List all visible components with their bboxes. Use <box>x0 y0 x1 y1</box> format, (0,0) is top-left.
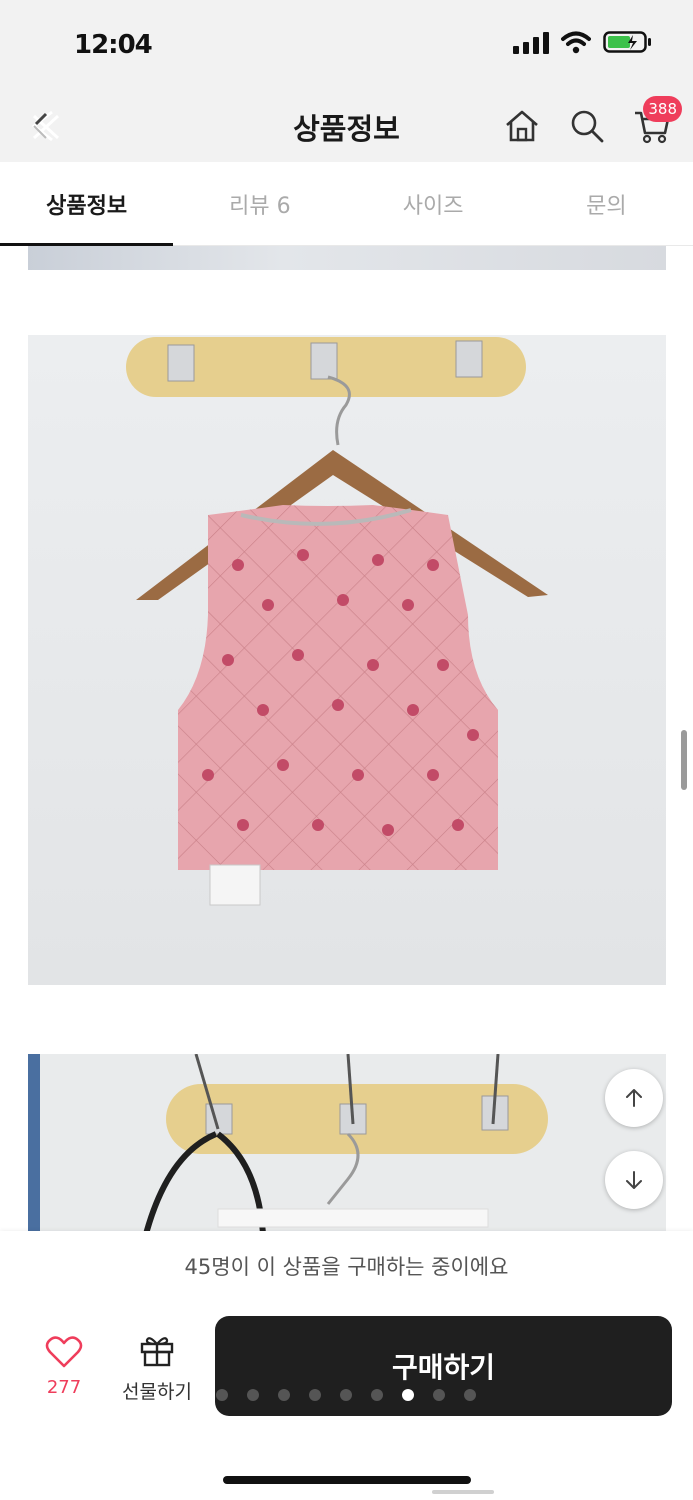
product-image-pink-crop-top <box>28 335 666 985</box>
carousel-dot[interactable] <box>340 1389 352 1401</box>
carousel-dot[interactable] <box>464 1389 476 1401</box>
status-icons <box>513 30 653 54</box>
gift-label: 선물하기 <box>122 1381 192 1403</box>
product-image-top-strip <box>28 246 666 270</box>
buying-now-message: 45명이 이 상품을 구매하는 중이에요 <box>184 1255 509 1279</box>
tab-size[interactable]: 사이즈 <box>347 162 520 245</box>
like-count: 277 <box>46 1377 82 1398</box>
signal-icon <box>513 30 549 54</box>
carousel-dot[interactable] <box>371 1389 383 1401</box>
home-indicator-shadow <box>432 1490 494 1494</box>
home-button[interactable] <box>500 104 544 148</box>
tab-bar: 상품정보 리뷰 6 사이즈 문의 <box>0 162 693 246</box>
top-app-bar: 상품정보 388 <box>0 92 693 162</box>
scroll-down-button[interactable] <box>605 1151 663 1209</box>
product-detail-content[interactable] <box>0 246 693 1231</box>
tab-inquiry[interactable]: 문의 <box>520 162 693 245</box>
home-indicator[interactable] <box>223 1476 471 1484</box>
home-icon <box>506 110 538 142</box>
gift-icon <box>140 1337 174 1367</box>
carousel-dot-active[interactable] <box>402 1389 414 1401</box>
arrow-up-icon <box>626 1089 642 1107</box>
carousel-dots <box>216 1389 476 1401</box>
heart-icon <box>45 1336 83 1368</box>
carousel-dot[interactable] <box>247 1389 259 1401</box>
wifi-icon <box>561 31 591 54</box>
like-button[interactable]: 277 <box>34 1335 94 1398</box>
status-time: 12:04 <box>74 30 153 60</box>
status-bar: 12:04 <box>0 0 693 92</box>
purchase-bar: 45명이 이 상품을 구매하는 중이에요 277 선물하기 구매하기 <box>0 1231 693 1500</box>
cart-button[interactable]: 388 <box>630 96 682 148</box>
carousel-dot[interactable] <box>216 1389 228 1401</box>
search-icon <box>571 110 604 143</box>
pink-crop-top-illustration <box>126 337 548 906</box>
battery-charging-icon <box>603 31 651 53</box>
tab-reviews[interactable]: 리뷰 6 <box>173 162 346 245</box>
search-button[interactable] <box>565 104 609 148</box>
hanger-rack-illustration <box>28 1054 548 1231</box>
product-image-hanger-rack <box>28 1054 666 1231</box>
cart-badge: 388 <box>643 96 682 122</box>
tab-product-info[interactable]: 상품정보 <box>0 162 174 246</box>
arrow-down-icon <box>626 1171 642 1189</box>
scroll-up-button[interactable] <box>605 1069 663 1127</box>
carousel-dot[interactable] <box>309 1389 321 1401</box>
scroll-indicator[interactable] <box>681 730 687 790</box>
carousel-dot[interactable] <box>433 1389 445 1401</box>
gift-button[interactable]: 선물하기 <box>112 1333 202 1404</box>
buy-button[interactable]: 구매하기 <box>215 1316 672 1416</box>
carousel-dot[interactable] <box>278 1389 290 1401</box>
